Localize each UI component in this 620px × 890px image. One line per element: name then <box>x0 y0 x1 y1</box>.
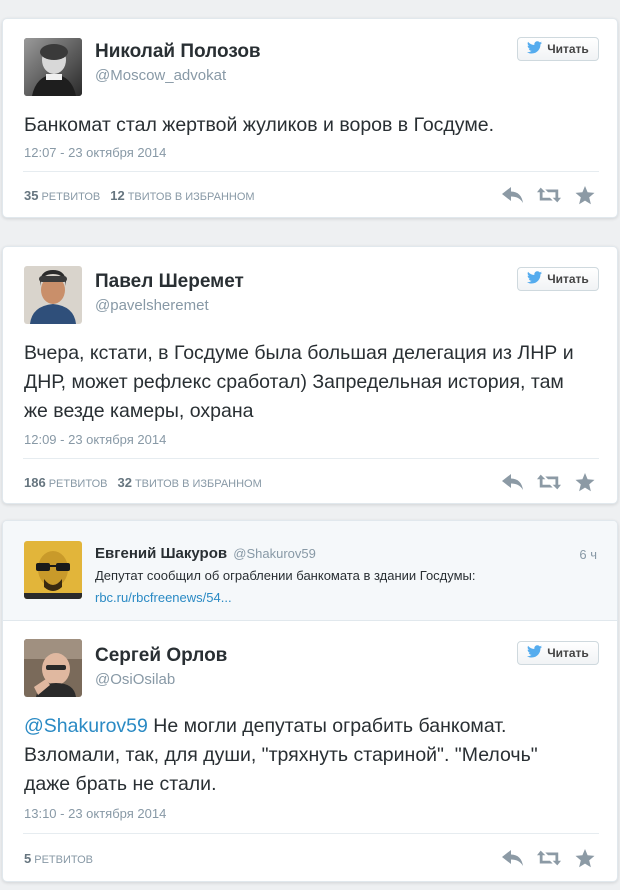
star-icon[interactable] <box>573 472 597 492</box>
in-reply-to-tweet[interactable]: Евгений Шакуров @Shakurov59 6 ч Депутат … <box>3 521 617 621</box>
twitter-bird-icon <box>527 41 543 57</box>
author-name[interactable]: Павел Шеремет <box>95 271 244 293</box>
favorites-label: ТВИТОВ В ИЗБРАННОМ <box>134 478 262 490</box>
divider <box>23 833 599 834</box>
retweet-icon[interactable] <box>537 472 561 492</box>
follow-label: Читать <box>547 42 589 56</box>
tweet-card: Евгений Шакуров @Shakurov59 6 ч Депутат … <box>2 520 618 882</box>
tweet-card: Николай Полозов @Moscow_advokat Читать Б… <box>2 18 618 218</box>
author-handle[interactable]: @Moscow_advokat <box>95 67 226 84</box>
reply-link[interactable]: rbc.ru/rbcfreenews/54... <box>95 590 232 605</box>
reply-icon[interactable] <box>501 472 525 492</box>
reply-icon[interactable] <box>501 185 525 205</box>
tweet-stats: 5 РЕТВИТОВ <box>24 851 93 866</box>
tweet-stats: 35 РЕТВИТОВ 12 ТВИТОВ В ИЗБРАННОМ <box>24 188 255 203</box>
reply-text: Депутат сообщил об ограблении банкомата … <box>95 568 476 583</box>
author-handle[interactable]: @pavelsheremet <box>95 297 209 314</box>
star-icon[interactable] <box>573 185 597 205</box>
tweet-actions <box>501 185 597 205</box>
tweet-timestamp[interactable]: 13:10 - 23 октября 2014 <box>24 806 166 821</box>
twitter-bird-icon <box>527 645 543 661</box>
retweet-icon[interactable] <box>537 185 561 205</box>
divider <box>23 458 599 459</box>
divider <box>23 171 599 172</box>
star-icon[interactable] <box>573 848 597 868</box>
tweet-timestamp[interactable]: 12:09 - 23 октября 2014 <box>24 432 166 447</box>
tweet-stats: 186 РЕТВИТОВ 32 ТВИТОВ В ИЗБРАННОМ <box>24 475 262 490</box>
avatar[interactable] <box>24 639 82 697</box>
retweets-count: 5 <box>24 851 32 866</box>
tweet-text: Вчера, кстати, в Госдуме была большая де… <box>24 342 574 422</box>
reply-icon[interactable] <box>501 848 525 868</box>
retweets-label: РЕТВИТОВ <box>48 478 108 490</box>
avatar[interactable] <box>24 541 82 599</box>
follow-label: Читать <box>547 272 589 286</box>
retweets-label: РЕТВИТОВ <box>34 854 93 866</box>
follow-button[interactable]: Читать <box>517 37 599 61</box>
reply-time[interactable]: 6 ч <box>579 547 597 562</box>
follow-button[interactable]: Читать <box>517 641 599 665</box>
reply-author-handle: @Shakurov59 <box>233 546 316 561</box>
favorites-count: 32 <box>117 475 132 490</box>
tweet-actions <box>501 848 597 868</box>
reply-author-name[interactable]: Евгений Шакуров @Shakurov59 <box>95 545 316 562</box>
retweets-count: 186 <box>24 475 46 490</box>
tweet-text: Банкомат стал жертвой жуликов и воров в … <box>24 114 495 136</box>
author-name[interactable]: Николай Полозов <box>95 41 261 63</box>
reply-author-name-text: Евгений Шакуров <box>95 545 228 562</box>
favorites-label: ТВИТОВ В ИЗБРАННОМ <box>127 191 255 203</box>
favorites-count: 12 <box>110 188 125 203</box>
tweet-timestamp[interactable]: 12:07 - 23 октября 2014 <box>24 145 166 160</box>
retweet-icon[interactable] <box>537 848 561 868</box>
author-name[interactable]: Сергей Орлов <box>95 645 227 667</box>
tweet-actions <box>501 472 597 492</box>
avatar[interactable] <box>24 266 82 324</box>
tweet-text: @Shakurov59 Не могли депутаты ограбить б… <box>24 712 587 799</box>
follow-label: Читать <box>547 646 589 660</box>
mention-link[interactable]: @Shakurov59 <box>24 715 148 737</box>
retweets-label: РЕТВИТОВ <box>41 191 101 203</box>
follow-button[interactable]: Читать <box>517 267 599 291</box>
twitter-bird-icon <box>527 271 543 287</box>
avatar[interactable] <box>24 38 82 96</box>
retweets-count: 35 <box>24 188 39 203</box>
tweet-card: Павел Шеремет @pavelsheremet Читать Вчер… <box>2 246 618 504</box>
author-handle[interactable]: @OsiOsilab <box>95 671 175 688</box>
